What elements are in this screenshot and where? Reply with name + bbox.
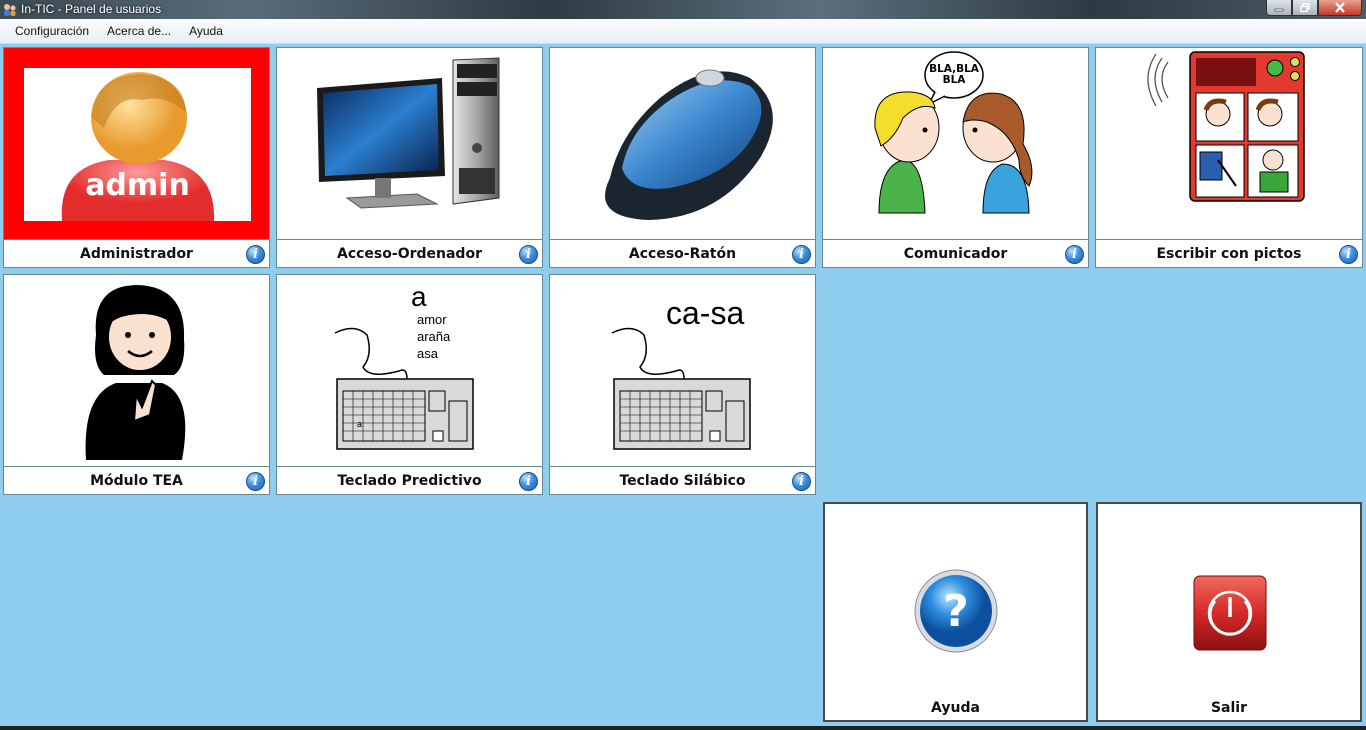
speech-bubble-line: BLA — [942, 74, 966, 86]
minimize-icon — [1274, 8, 1284, 11]
power-icon — [1193, 575, 1267, 651]
admin-picture: admin — [4, 48, 269, 240]
tile-label: Teclado Silábico — [550, 466, 815, 494]
info-icon[interactable]: i — [246, 472, 265, 491]
info-icon[interactable]: i — [1339, 245, 1358, 264]
picto-board-picture — [1096, 48, 1362, 240]
info-icon[interactable]: i — [519, 472, 538, 491]
computer-icon — [317, 57, 500, 209]
taskbar-edge — [0, 726, 1366, 730]
close-button[interactable] — [1318, 0, 1362, 16]
speech-bubble: BLA,BLA BLA — [925, 64, 983, 86]
info-icon[interactable]: i — [246, 245, 265, 264]
restore-icon — [1300, 2, 1310, 12]
menu-configuracion[interactable]: Configuración — [6, 24, 98, 38]
predictive-keyboard-picture: a amor araña asa a — [277, 275, 542, 467]
tile-comunicador[interactable]: BLA,BLA BLA Comunicador i — [822, 47, 1089, 268]
restore-button[interactable] — [1292, 0, 1318, 16]
tile-acceso-ordenador[interactable]: Acceso-Ordenador i — [276, 47, 543, 268]
mouse-icon — [605, 69, 773, 220]
minimize-button[interactable] — [1266, 0, 1292, 16]
tile-label: Comunicador — [823, 239, 1088, 267]
svg-text:?: ? — [943, 586, 969, 637]
syllabic-keyboard-picture: ca-sa — [550, 275, 815, 467]
tile-label: Administrador — [4, 239, 269, 267]
help-button[interactable]: ? Ayuda — [823, 502, 1088, 722]
info-icon[interactable]: i — [792, 472, 811, 491]
tile-escribir-con-pictos[interactable]: Escribir con pictos i — [1095, 47, 1363, 268]
info-icon[interactable]: i — [792, 245, 811, 264]
tea-picture — [4, 275, 269, 467]
menu-ayuda[interactable]: Ayuda — [180, 24, 232, 38]
key-a: a — [357, 419, 362, 429]
title-bar: In-TIC - Panel de usuarios — [0, 0, 1366, 19]
tile-label: Escribir con pictos — [1096, 239, 1362, 267]
menu-acerca-de[interactable]: Acerca de... — [98, 24, 180, 38]
picto-board-icon — [1147, 51, 1305, 202]
close-icon — [1335, 2, 1345, 13]
tile-acceso-raton[interactable]: Acceso-Ratón i — [549, 47, 816, 268]
self-pointing-person-icon — [85, 285, 186, 460]
tile-administrador[interactable]: admin Administrador i — [3, 47, 270, 268]
tile-teclado-predictivo[interactable]: a amor araña asa a Teclado Predictivo i — [276, 274, 543, 495]
info-icon[interactable]: i — [1065, 245, 1084, 264]
exit-button[interactable]: Salir — [1096, 502, 1362, 722]
admin-badge-text: admin — [85, 168, 190, 203]
app-icon — [4, 4, 16, 16]
menu-bar: Configuración Acerca de... Ayuda — [0, 19, 1366, 44]
tile-label: Acceso-Ratón — [550, 239, 815, 267]
tile-label: Teclado Predictivo — [277, 466, 542, 494]
question-icon: ? — [914, 569, 998, 653]
tile-label: Acceso-Ordenador — [277, 239, 542, 267]
tile-modulo-tea[interactable]: Módulo TEA i — [3, 274, 270, 495]
keyboard-icon: a — [334, 327, 474, 450]
keyboard-icon — [611, 327, 751, 450]
window-title: In-TIC - Panel de usuarios — [21, 2, 162, 16]
tile-label: Módulo TEA — [4, 466, 269, 494]
computer-picture — [277, 48, 542, 240]
info-icon[interactable]: i — [519, 245, 538, 264]
help-label: Ayuda — [931, 700, 980, 716]
communicator-picture: BLA,BLA BLA — [823, 48, 1088, 240]
window-controls — [1266, 0, 1362, 16]
tile-teclado-silabico[interactable]: ca-sa Teclado Silábico i — [549, 274, 816, 495]
mouse-picture — [550, 48, 815, 240]
exit-label: Salir — [1210, 700, 1248, 716]
